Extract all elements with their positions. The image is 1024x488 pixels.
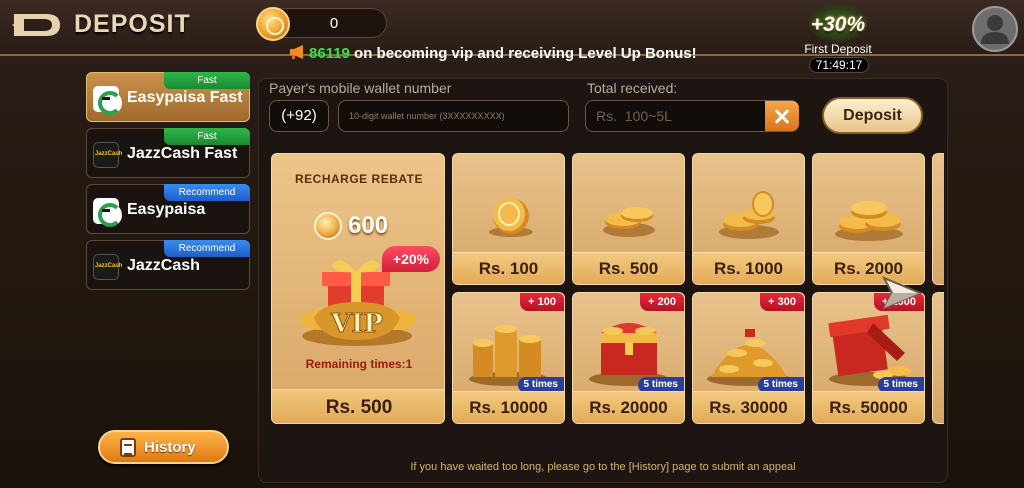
amount-tile-500[interactable]: Rs. 500 bbox=[572, 153, 685, 285]
amount-price: Rs. 10000 bbox=[453, 391, 564, 423]
tile-bonus-badge: + 300 bbox=[760, 293, 804, 311]
amount-tile-100[interactable]: Rs. 100 bbox=[452, 153, 565, 285]
method-label: JazzCash Fast bbox=[127, 145, 238, 162]
rebate-remaining: Remaining times:1 bbox=[305, 357, 413, 371]
user-icon bbox=[981, 15, 1009, 44]
marquee-text: on becoming vip and receiving Level Up B… bbox=[349, 45, 697, 62]
document-icon bbox=[120, 438, 136, 457]
amount-tile-1000[interactable]: Rs. 1000 bbox=[692, 153, 805, 285]
amount-tile-30000[interactable]: + 300 5 times Rs. 30000 bbox=[692, 292, 805, 424]
wallet-number-label: Payer's mobile wallet number bbox=[269, 80, 452, 96]
method-easypaisa-fast[interactable]: Easypaisa Fast Fast bbox=[86, 72, 250, 122]
total-received-label: Total received: bbox=[587, 80, 678, 96]
balance-value: 0 bbox=[329, 15, 339, 32]
rebate-title: RECHARGE REBATE bbox=[295, 172, 423, 186]
marquee-user-id: 86119 bbox=[309, 45, 350, 62]
method-label: JazzCash bbox=[127, 257, 200, 274]
easypaisa-logo-icon bbox=[93, 198, 122, 227]
recharge-rebate-card[interactable]: RECHARGE REBATE 600 VIP +20% Remaining t… bbox=[271, 153, 445, 424]
page-title: DEPOSIT bbox=[74, 10, 191, 38]
method-label: Easypaisa Fast bbox=[127, 89, 243, 106]
clear-icon[interactable] bbox=[765, 101, 799, 131]
first-deposit-promo[interactable]: +30% First Deposit 71:49:17 bbox=[800, 0, 876, 74]
rebate-coins: 600 bbox=[348, 212, 389, 239]
method-tag-fast: Fast bbox=[164, 128, 250, 145]
amount-price: Rs. 30000 bbox=[693, 391, 804, 423]
first-deposit-label: First Deposit bbox=[804, 42, 872, 56]
back-arrow-icon[interactable] bbox=[10, 10, 64, 40]
method-label: Easypaisa bbox=[127, 201, 206, 218]
easypaisa-logo-icon bbox=[93, 86, 122, 115]
history-label: History bbox=[144, 439, 196, 456]
tile-bonus-badge: + 200 bbox=[640, 293, 684, 311]
jazzcash-logo-icon bbox=[93, 142, 122, 168]
balance-display: 0 bbox=[256, 7, 387, 41]
method-jazzcash-fast[interactable]: JazzCash Fast Fast bbox=[86, 128, 250, 178]
first-deposit-bonus: +30% bbox=[810, 13, 866, 36]
coin-icon bbox=[256, 7, 290, 41]
country-code[interactable]: (+92) bbox=[269, 100, 329, 132]
rebate-bonus-badge: +20% bbox=[382, 246, 440, 272]
single-coin-icon bbox=[489, 197, 533, 237]
amount-price: Rs. 50000 bbox=[813, 391, 924, 423]
amount-tile-partial[interactable] bbox=[932, 292, 944, 424]
method-tag-recommend: Recommend bbox=[164, 184, 250, 201]
deposit-button[interactable]: Deposit bbox=[822, 97, 923, 134]
amount-price: Rs. 20000 bbox=[573, 391, 684, 423]
megaphone-icon bbox=[290, 45, 303, 59]
method-tag-recommend: Recommend bbox=[164, 240, 250, 257]
history-button[interactable]: History bbox=[98, 430, 229, 464]
countdown-timer: 71:49:17 bbox=[809, 57, 869, 73]
amount-tile-20000[interactable]: + 200 5 times Rs. 20000 bbox=[572, 292, 685, 424]
tile-bonus-badge: + 100 bbox=[520, 293, 564, 311]
amount-tile-2000[interactable]: Rs. 2000 bbox=[812, 153, 925, 285]
appeal-note: If you have waited too long, please go t… bbox=[410, 461, 796, 473]
next-arrow-icon[interactable] bbox=[880, 272, 926, 314]
method-jazzcash[interactable]: JazzCash Recommend bbox=[86, 240, 250, 290]
jazzcash-logo-icon bbox=[93, 254, 122, 280]
amount-tile-10000[interactable]: + 100 5 times Rs. 10000 bbox=[452, 292, 565, 424]
method-easypaisa[interactable]: Easypaisa Recommend bbox=[86, 184, 250, 234]
avatar[interactable] bbox=[972, 6, 1018, 52]
rebate-price: Rs. 500 bbox=[272, 389, 444, 423]
amount-price: Rs. 100 bbox=[453, 252, 564, 284]
coin-pile-icon bbox=[835, 201, 903, 241]
announcement-marquee: 86119 on becoming vip and receiving Leve… bbox=[288, 44, 697, 62]
coin-icon bbox=[314, 212, 342, 240]
wallet-number-input[interactable] bbox=[338, 100, 569, 132]
coin-stack-icon bbox=[719, 191, 779, 239]
small-coin-stack-icon bbox=[603, 207, 655, 237]
method-tag-fast: Fast bbox=[164, 72, 250, 89]
vip-text: VIP bbox=[330, 309, 383, 339]
amount-price: Rs. 1000 bbox=[693, 252, 804, 284]
amount-tile-partial[interactable] bbox=[932, 153, 944, 285]
amount-price: Rs. 500 bbox=[573, 252, 684, 284]
